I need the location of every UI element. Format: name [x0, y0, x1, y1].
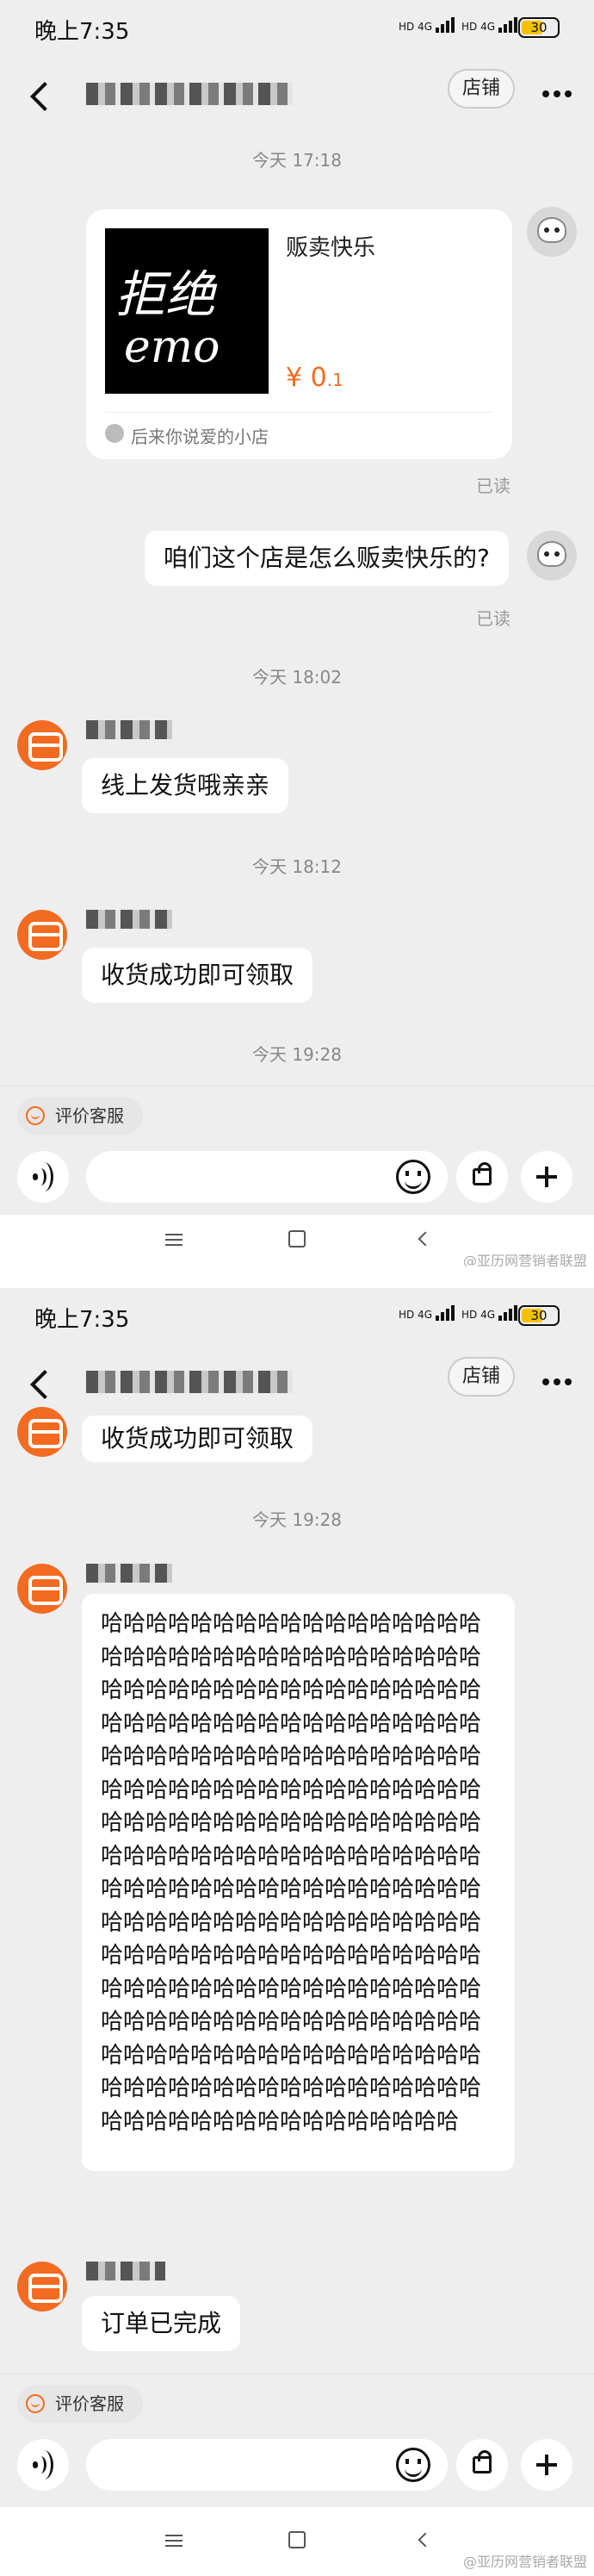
- net-label: 4G: [480, 1309, 496, 1321]
- status-time: 晚上7:35: [34, 1307, 130, 1333]
- product-image: 拒绝 emo: [105, 228, 269, 394]
- shop-name[interactable]: 后来你说爱的小店: [131, 423, 269, 448]
- signal-1-icon: HD 4G: [399, 1305, 456, 1324]
- net-label: 4G: [418, 1309, 433, 1321]
- hd-label: HD: [461, 1309, 478, 1321]
- agent-message: 订单已完成: [82, 2296, 241, 2351]
- system-nav-bar: @亚历网营销者联盟: [0, 1215, 594, 1266]
- my-message: 咱们这个店是怎么贩卖快乐的?: [145, 531, 509, 586]
- timestamp: 今天 19:28: [252, 1044, 342, 1065]
- agent-message: 收货成功即可领取: [82, 948, 313, 1003]
- back-icon[interactable]: [22, 74, 60, 115]
- more-icon[interactable]: [542, 1372, 580, 1385]
- product-image-text: 拒绝: [115, 265, 216, 324]
- product-price: ¥ 0.1: [286, 363, 343, 393]
- chat-toolbar: 评价客服: [0, 2374, 594, 2503]
- agent-message-laugh: 哈哈哈哈哈哈哈哈哈哈哈哈哈哈哈哈哈哈哈哈哈哈哈哈哈哈哈哈哈哈哈哈哈哈哈哈哈哈哈哈…: [82, 1594, 515, 2171]
- price-decimal: .1: [326, 370, 343, 390]
- hd-label: HD: [461, 21, 478, 33]
- read-receipt: 已读: [476, 608, 510, 629]
- agent-avatar[interactable]: [17, 720, 67, 770]
- chat-toolbar: 评价客服: [0, 1086, 594, 1215]
- agent-avatar[interactable]: [17, 910, 67, 960]
- voice-icon[interactable]: [17, 1151, 69, 1203]
- battery-level: 30: [530, 1308, 548, 1323]
- menu-icon[interactable]: [165, 2535, 183, 2547]
- back-icon[interactable]: [22, 1362, 60, 1403]
- price-integer: 0: [310, 363, 327, 393]
- message-input[interactable]: [86, 2439, 448, 2491]
- home-icon[interactable]: [288, 2531, 306, 2548]
- back-nav-icon[interactable]: [418, 2532, 433, 2548]
- shop-icon: [105, 424, 124, 443]
- rate-service-chip[interactable]: 评价客服: [17, 2385, 143, 2423]
- timestamp: 今天 17:18: [252, 150, 342, 171]
- emoji-icon[interactable]: [396, 2448, 430, 2482]
- rate-service-chip[interactable]: 评价客服: [17, 1097, 143, 1135]
- chat-header: 店铺: [0, 1341, 594, 1428]
- battery-level: 30: [530, 20, 548, 35]
- battery-icon: 30: [518, 17, 560, 38]
- watermark: @亚历网营销者联盟: [462, 1253, 587, 1266]
- shopping-bag-icon[interactable]: [456, 1151, 508, 1203]
- my-avatar[interactable]: [527, 207, 577, 257]
- screenshot-top: 晚上7:35 HD 4G HD 4G 30 店铺 今天 17:18 拒绝 emo…: [0, 0, 594, 1266]
- screenshot-bottom: 晚上7:35 HD 4G HD 4G 30 店铺 收货成功即可领取 今天 19:…: [0, 1288, 594, 2576]
- shopping-bag-icon[interactable]: [456, 2439, 508, 2491]
- menu-icon[interactable]: [165, 1234, 183, 1246]
- divider: [105, 412, 493, 413]
- agent-avatar[interactable]: [17, 2262, 67, 2312]
- product-image-text: emo: [124, 321, 220, 373]
- plus-icon[interactable]: [521, 1151, 572, 1203]
- more-icon[interactable]: [542, 84, 580, 97]
- rate-service-label: 评价客服: [55, 1105, 124, 1126]
- net-label: 4G: [480, 21, 496, 33]
- rate-service-label: 评价客服: [55, 2393, 124, 2414]
- product-title: 贩卖快乐: [286, 235, 376, 261]
- smile-icon: [26, 1106, 45, 1125]
- status-bar: 晚上7:35 HD 4G HD 4G 30: [0, 0, 594, 53]
- emoji-icon[interactable]: [396, 1160, 430, 1194]
- blurred-contact-name: [86, 1371, 293, 1393]
- watermark: @亚历网营销者联盟: [462, 2554, 587, 2570]
- timestamp: 今天 18:12: [252, 856, 342, 877]
- status-bar: 晚上7:35 HD 4G HD 4G 30: [0, 1288, 594, 1341]
- blurred-contact-name: [86, 83, 293, 105]
- blurred-agent-name: [86, 910, 172, 929]
- chat-header: 店铺: [0, 53, 594, 140]
- status-time: 晚上7:35: [34, 19, 130, 45]
- message-input[interactable]: [86, 1151, 448, 1203]
- my-avatar[interactable]: [527, 531, 577, 581]
- blurred-agent-name: [86, 2262, 165, 2280]
- signal-2-icon: HD 4G: [461, 1305, 519, 1324]
- timestamp: 今天 18:02: [252, 667, 342, 688]
- system-nav-bar: @亚历网营销者联盟: [0, 2507, 594, 2576]
- agent-avatar[interactable]: [17, 1564, 67, 1614]
- shop-button[interactable]: 店铺: [448, 69, 515, 109]
- hd-label: HD: [399, 1309, 415, 1321]
- timestamp: 今天 19:28: [252, 1509, 342, 1530]
- price-symbol: ¥: [286, 363, 303, 393]
- smile-icon: [26, 2394, 45, 2413]
- plus-icon[interactable]: [521, 2439, 572, 2491]
- signal-1-icon: HD 4G: [399, 17, 456, 36]
- net-label: 4G: [418, 21, 433, 33]
- read-receipt: 已读: [476, 476, 510, 496]
- hd-label: HD: [399, 21, 415, 33]
- shop-button[interactable]: 店铺: [448, 1357, 515, 1397]
- back-nav-icon[interactable]: [418, 1231, 433, 1247]
- agent-message: 收货成功即可领取: [82, 1416, 313, 1462]
- blurred-agent-name: [86, 1564, 172, 1583]
- product-card[interactable]: 拒绝 emo 贩卖快乐 ¥ 0.1 后来你说爱的小店: [86, 209, 512, 459]
- blurred-agent-name: [86, 720, 172, 739]
- screenshot-gap: [0, 1266, 594, 1288]
- home-icon[interactable]: [288, 1230, 306, 1248]
- agent-avatar[interactable]: [17, 1407, 67, 1457]
- agent-message: 线上发货哦亲亲: [82, 758, 289, 813]
- voice-icon[interactable]: [17, 2439, 69, 2491]
- signal-2-icon: HD 4G: [461, 17, 519, 36]
- battery-icon: 30: [518, 1305, 560, 1326]
